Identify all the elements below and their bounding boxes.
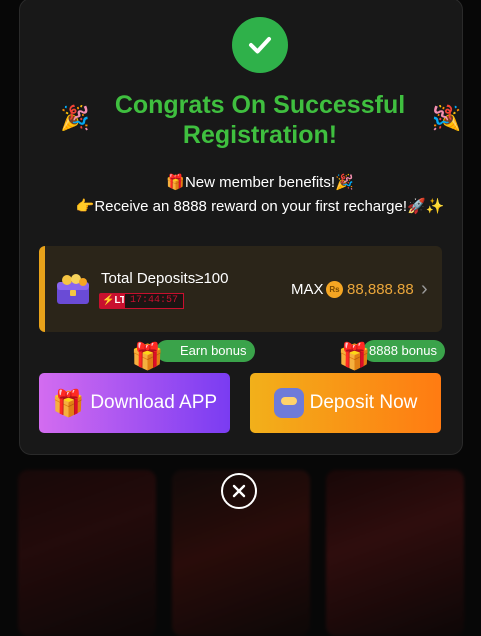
reward-text: 👉Receive an 8888 reward on your first re… (75, 198, 445, 215)
max-label: MAX (291, 281, 324, 298)
party-popper-icon: 🎉 (60, 105, 90, 132)
party-popper-icon: 🎉 (432, 105, 462, 132)
deposit-task-title: Total Deposits≥100 (101, 270, 229, 287)
gift-icon: 🎁 (51, 388, 85, 418)
benefits-text: 🎁New member benefits!🎉 (166, 174, 354, 191)
rupee-coin-icon: Rs (326, 281, 343, 298)
download-app-button[interactable]: 🎁 Download APP (39, 373, 230, 433)
close-icon[interactable] (221, 473, 257, 509)
deposit-task-row[interactable]: Total Deposits≥100 ⚡LT 17:44:57 MAX Rs 8… (39, 246, 442, 332)
max-amount: 88,888.88 (347, 281, 414, 298)
row-accent-bar (39, 246, 45, 332)
gift-icon: 🎁 (338, 341, 371, 371)
chevron-right-icon[interactable]: › (421, 279, 428, 299)
countdown-timer: 17:44:57 (124, 293, 185, 309)
treasure-chest-icon (57, 274, 89, 304)
robot-mascot-icon (273, 388, 304, 418)
deposit-bonus-tag: 8888 bonus (363, 340, 445, 362)
check-icon (232, 17, 288, 73)
modal-title: Congrats On Successful Registration! (114, 91, 406, 149)
deposit-now-button[interactable]: Deposit Now (250, 373, 441, 433)
download-app-label: Download APP (90, 392, 218, 413)
earn-bonus-tag: Earn bonus (156, 340, 255, 362)
gift-icon: 🎁 (131, 341, 164, 371)
deposit-now-label: Deposit Now (309, 392, 418, 413)
